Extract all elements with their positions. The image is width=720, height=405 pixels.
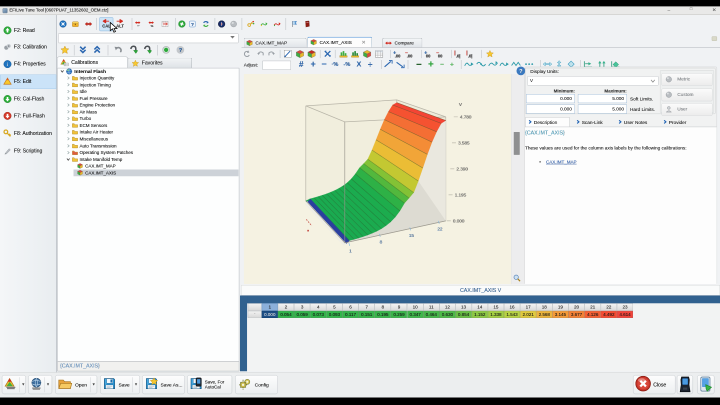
- svg-text:4.780: 4.780: [460, 114, 472, 119]
- svg-text:00: 00: [438, 53, 443, 58]
- svg-text:.00: .00: [407, 53, 413, 58]
- svg-text:1.195: 1.195: [455, 192, 467, 197]
- svg-text:3.585: 3.585: [458, 140, 470, 145]
- svg-text:%: %: [151, 24, 154, 28]
- svg-text:2.390: 2.390: [456, 166, 468, 171]
- svg-text:22: 22: [437, 226, 443, 231]
- svg-text:.00: .00: [395, 53, 401, 58]
- svg-text:.0|: .0|: [468, 53, 473, 58]
- svg-text:1: 1: [349, 248, 352, 253]
- svg-text:0.000: 0.000: [453, 218, 465, 223]
- svg-text:8: 8: [380, 239, 383, 244]
- svg-text:.0|: .0|: [456, 53, 461, 58]
- svg-text:?: ?: [191, 22, 194, 28]
- svg-text:?: ?: [519, 69, 523, 75]
- svg-text:?: ?: [179, 48, 182, 54]
- svg-text:15: 15: [409, 233, 415, 238]
- svg-text:+·: +·: [137, 25, 140, 28]
